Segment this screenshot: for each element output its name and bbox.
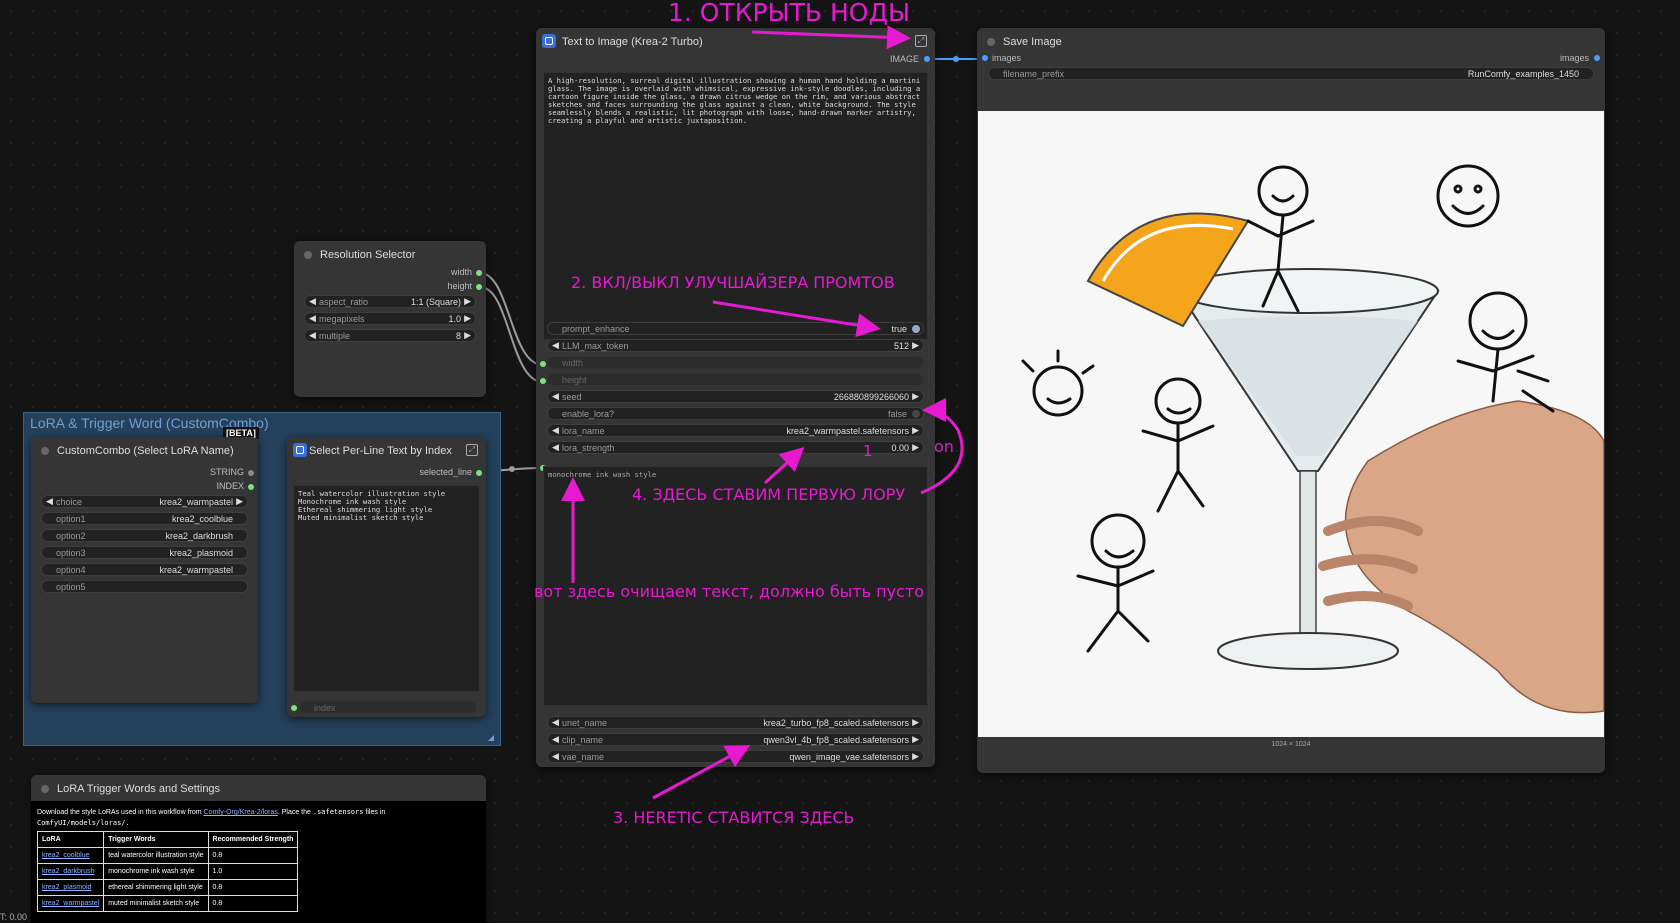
arrow-prompt-enhance (712, 300, 881, 337)
annotation-prompt-enhance: 2. ВКЛ/ВЫКЛ УЛУЧШАЙЗЕРА ПРОМТОВ (571, 273, 895, 292)
annotation-heretic: 3. HERETIC СТАВИТСЯ ЗДЕСЬ (613, 808, 855, 827)
arrow-first-lora (763, 446, 805, 485)
arrow-open-nodes (751, 25, 911, 50)
annotation-arrows (561, 25, 964, 800)
annotation-on: on (934, 437, 954, 456)
annotation-one: 1 (863, 442, 873, 460)
annotation-clear-text: вот здесь очищаем текст, должно быть пус… (534, 582, 924, 601)
annotation-open-nodes: 1. ОТКРЫТЬ НОДЫ (668, 0, 911, 27)
annotation-first-lora: 4. ЗДЕСЬ СТАВИМ ПЕРВУЮ ЛОРУ (632, 485, 906, 504)
arrow-heretic (652, 745, 751, 800)
